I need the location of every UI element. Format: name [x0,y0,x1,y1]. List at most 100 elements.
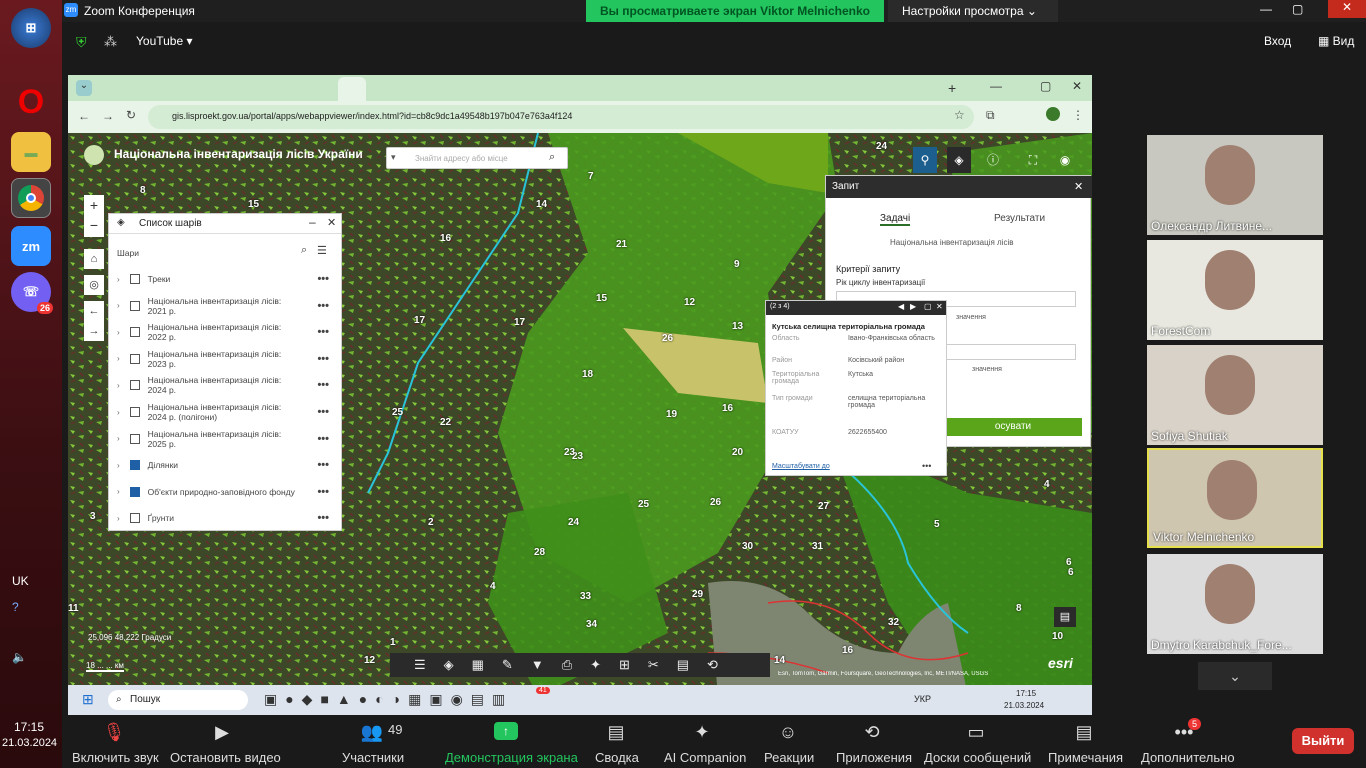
popup-maximize-icon[interactable]: ▢ [924,302,932,311]
back-icon[interactable]: ← [78,109,90,123]
layer-checkbox[interactable] [129,460,140,471]
participant-tile[interactable]: ForestCom [1147,240,1323,340]
query-close-button[interactable]: ✕ [1074,180,1083,193]
new-tab-button[interactable]: + [948,80,956,96]
host-lang[interactable]: UK [12,574,29,588]
remote-search-box[interactable]: ⌕ Пошук [108,690,248,710]
star-icon[interactable]: ☆ [954,108,965,122]
volume-icon[interactable]: 🔈 [12,650,27,664]
leave-button[interactable]: Выйти [1292,728,1354,754]
viber-icon[interactable]: ☏ 26 [11,272,53,314]
notes-button[interactable]: Примечания [1048,750,1123,765]
layer-checkbox[interactable] [129,300,140,311]
notes-icon[interactable]: ▤ [1072,722,1096,744]
search-icon[interactable]: ⌕ [549,151,555,164]
tiles-scroll-down-icon[interactable]: ⌄ [1198,662,1272,690]
help-icon[interactable]: ? [12,600,19,614]
home-icon[interactable]: ⌂ [84,249,104,269]
remote-start-icon[interactable]: ⊞ [82,691,94,708]
stop-video-button[interactable]: Остановить видео [170,750,281,765]
layer-checkbox[interactable] [129,353,140,364]
expand-chevron-icon[interactable]: › [117,354,120,363]
zoom-to-link[interactable]: Масштабувати до [772,463,830,470]
active-tab[interactable] [338,77,366,101]
info-icon[interactable]: ⓘ [981,147,1005,173]
layer-checkbox[interactable] [129,486,140,497]
layer-options-icon[interactable]: ••• [317,273,329,285]
more-button[interactable]: Дополнительно [1141,750,1235,765]
chrome-minimize[interactable]: — [990,79,1002,93]
zoom-app-icon[interactable]: zm [11,226,51,266]
layer-options-icon[interactable]: ••• [317,459,329,471]
shield-icon[interactable]: ⛨ [76,34,87,51]
panel-minimize-button[interactable]: – [309,215,316,229]
opera-icon[interactable]: O [11,82,51,122]
reactions-button[interactable]: Реакции [764,750,814,765]
layer-checkbox[interactable] [129,274,140,284]
layer-row[interactable]: › Ґрунти ••• [117,505,337,531]
extensions-icon[interactable]: ⧉ [986,108,995,123]
nav-arrows[interactable]: ← → [84,301,104,341]
panel-close-button[interactable]: ✕ [327,216,336,229]
zoom-in-button[interactable]: + [84,195,104,215]
mic-muted-icon[interactable]: 🎙 [102,722,126,744]
ai-companion-icon[interactable]: ✦ [690,722,714,744]
summary-button[interactable]: Сводка [595,750,639,765]
layer-row[interactable]: › Ділянки ••• [117,452,337,478]
layer-row[interactable]: › Національна інвентаризація лісів: 2025 … [117,426,337,452]
layer-options-icon[interactable]: ••• [317,406,329,418]
video-icon[interactable]: ▶ [210,722,234,744]
expand-chevron-icon[interactable]: › [117,514,120,523]
layer-options-icon[interactable]: ••• [317,353,329,365]
layer-checkbox[interactable] [129,433,140,444]
expand-chevron-icon[interactable]: › [117,381,120,390]
participant-tile[interactable]: Viktor Melnichenko [1147,448,1323,548]
basemap-icon[interactable]: ◈ [947,147,971,173]
expand-chevron-icon[interactable]: › [117,301,120,310]
folder-icon[interactable]: ▬ [11,132,51,172]
layer-row[interactable]: › Національна інвентаризація лісів: 2024 … [117,372,337,398]
boards-button[interactable]: Доски сообщений [924,750,1031,765]
popup-next-icon[interactable]: ▶ [910,302,916,311]
view-settings-button[interactable]: Настройки просмотра ⌄ [888,0,1058,22]
windows-start-icon[interactable]: ⊞ [11,8,51,48]
boards-icon[interactable]: ▭ [964,722,988,744]
layer-row[interactable]: › Національна інвентаризація лісів: 2024 … [117,399,337,425]
participants-icon[interactable]: 👥 [360,722,384,744]
forward-icon[interactable]: → [102,109,114,123]
reactions-icon[interactable]: ☺ [776,722,800,744]
chrome-maximize[interactable]: ▢ [1040,79,1051,93]
query-widget-icon[interactable]: ⚲ [913,147,937,173]
layer-options-icon[interactable]: ••• [317,486,329,498]
url-field[interactable]: gis.lisproekt.gov.ua/portal/apps/webappv… [148,105,974,129]
minimize-button[interactable]: — [1260,2,1272,16]
ai-companion-button[interactable]: AI Companion [664,750,746,765]
layer-checkbox[interactable] [129,327,140,338]
tab-results[interactable]: Результати [994,213,1045,224]
search-layers-icon[interactable]: ⌕ [301,244,307,257]
youtube-button[interactable]: YouTube ▾ [136,34,193,48]
participant-tile[interactable]: Dmytro Karabchuk_Fore... [1147,554,1323,654]
tab-tasks[interactable]: Задачі [880,213,911,226]
popup-prev-icon[interactable]: ◀ [898,302,904,311]
summary-icon[interactable]: ▤ [604,722,628,744]
widget-toolbar[interactable]: ☰◈▦✎▼⎙✦⊞✂▤⟲ [390,653,770,677]
locate-icon[interactable]: ◎ [84,275,104,295]
expand-chevron-icon[interactable]: › [117,434,120,443]
reload-icon[interactable]: ↻ [126,108,136,122]
fullscreen-icon[interactable]: ⛶ [1021,147,1045,173]
layer-options-icon[interactable]: ••• [317,512,329,524]
close-window-button[interactable]: ✕ [1328,0,1366,18]
layer-checkbox[interactable] [129,380,140,391]
layer-row[interactable]: › Національна інвентаризація лісів: 2021 … [117,293,337,319]
menu-icon[interactable]: ⋮ [1072,108,1084,122]
tab-search-icon[interactable]: ⌄ [76,80,92,96]
layer-row[interactable]: › Об'єкти природно-заповідного фонду ••• [117,479,337,505]
layer-row[interactable]: › Треки ••• [117,266,337,292]
maximize-button[interactable]: ▢ [1292,2,1303,16]
participant-tile[interactable]: Sofiya Shutiak [1147,345,1323,445]
apps-icon[interactable]: ⟲ [860,722,884,744]
remote-app-icons[interactable]: ▣●◆■▲●◐◑▦▣◉▤▥ [264,691,513,708]
unmute-button[interactable]: Включить звук [72,750,159,765]
expand-chevron-icon[interactable]: › [117,487,120,496]
